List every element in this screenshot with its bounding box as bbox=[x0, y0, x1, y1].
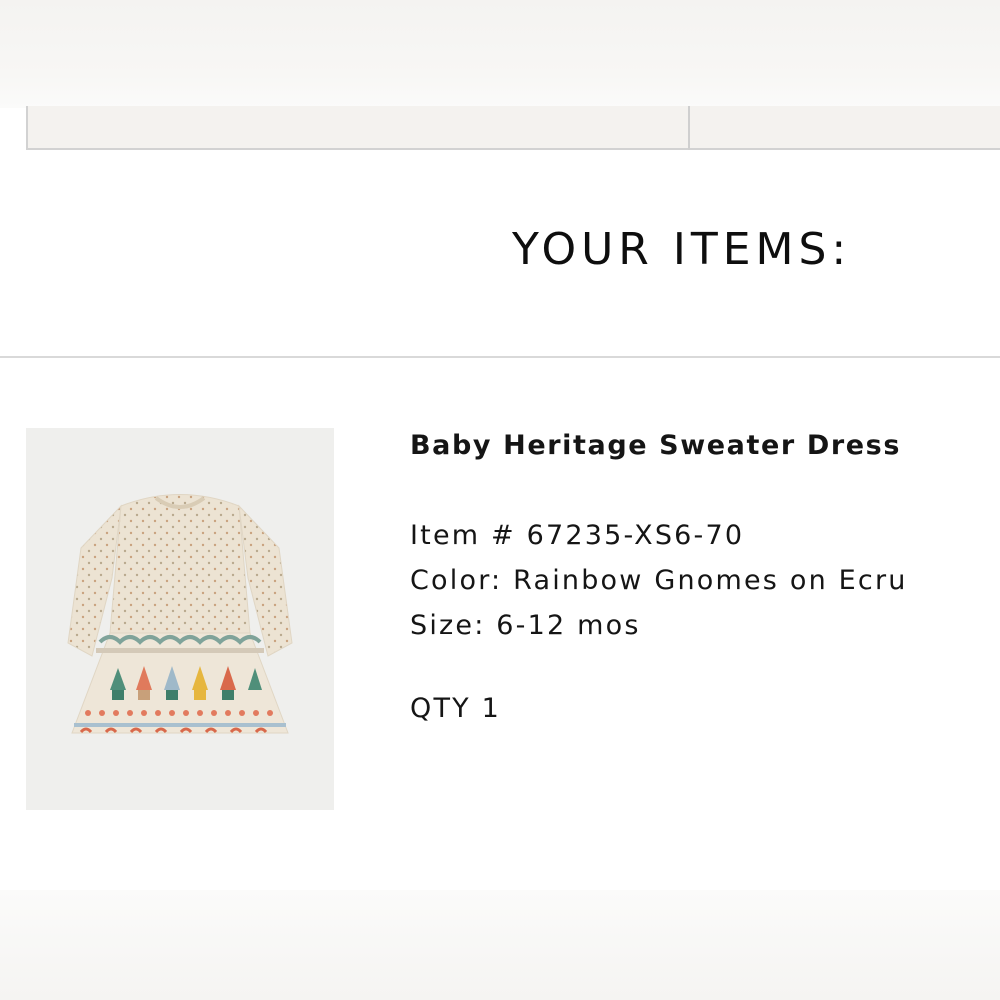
product-image[interactable] bbox=[26, 428, 334, 810]
item-number: Item # 67235-XS6-70 bbox=[410, 520, 745, 551]
bottom-blurred-region bbox=[0, 890, 1000, 1000]
item-color: Color: Rainbow Gnomes on Ecru bbox=[410, 565, 908, 596]
tab-right[interactable] bbox=[690, 106, 1000, 148]
item-size: Size: 6-12 mos bbox=[410, 610, 641, 641]
item-details: Baby Heritage Sweater Dress Item # 67235… bbox=[410, 430, 908, 724]
tab-bar bbox=[26, 106, 1000, 150]
section-divider bbox=[0, 356, 1000, 358]
item-quantity: QTY 1 bbox=[410, 693, 501, 724]
product-name[interactable]: Baby Heritage Sweater Dress bbox=[410, 430, 908, 461]
section-title: YOUR ITEMS: bbox=[512, 224, 852, 275]
sweater-dress-illustration bbox=[67, 494, 293, 734]
tab-left[interactable] bbox=[28, 106, 688, 148]
order-page: YOUR ITEMS: Baby Heritage Sweater Dress … bbox=[0, 0, 1000, 1000]
top-blurred-region bbox=[0, 0, 1000, 108]
